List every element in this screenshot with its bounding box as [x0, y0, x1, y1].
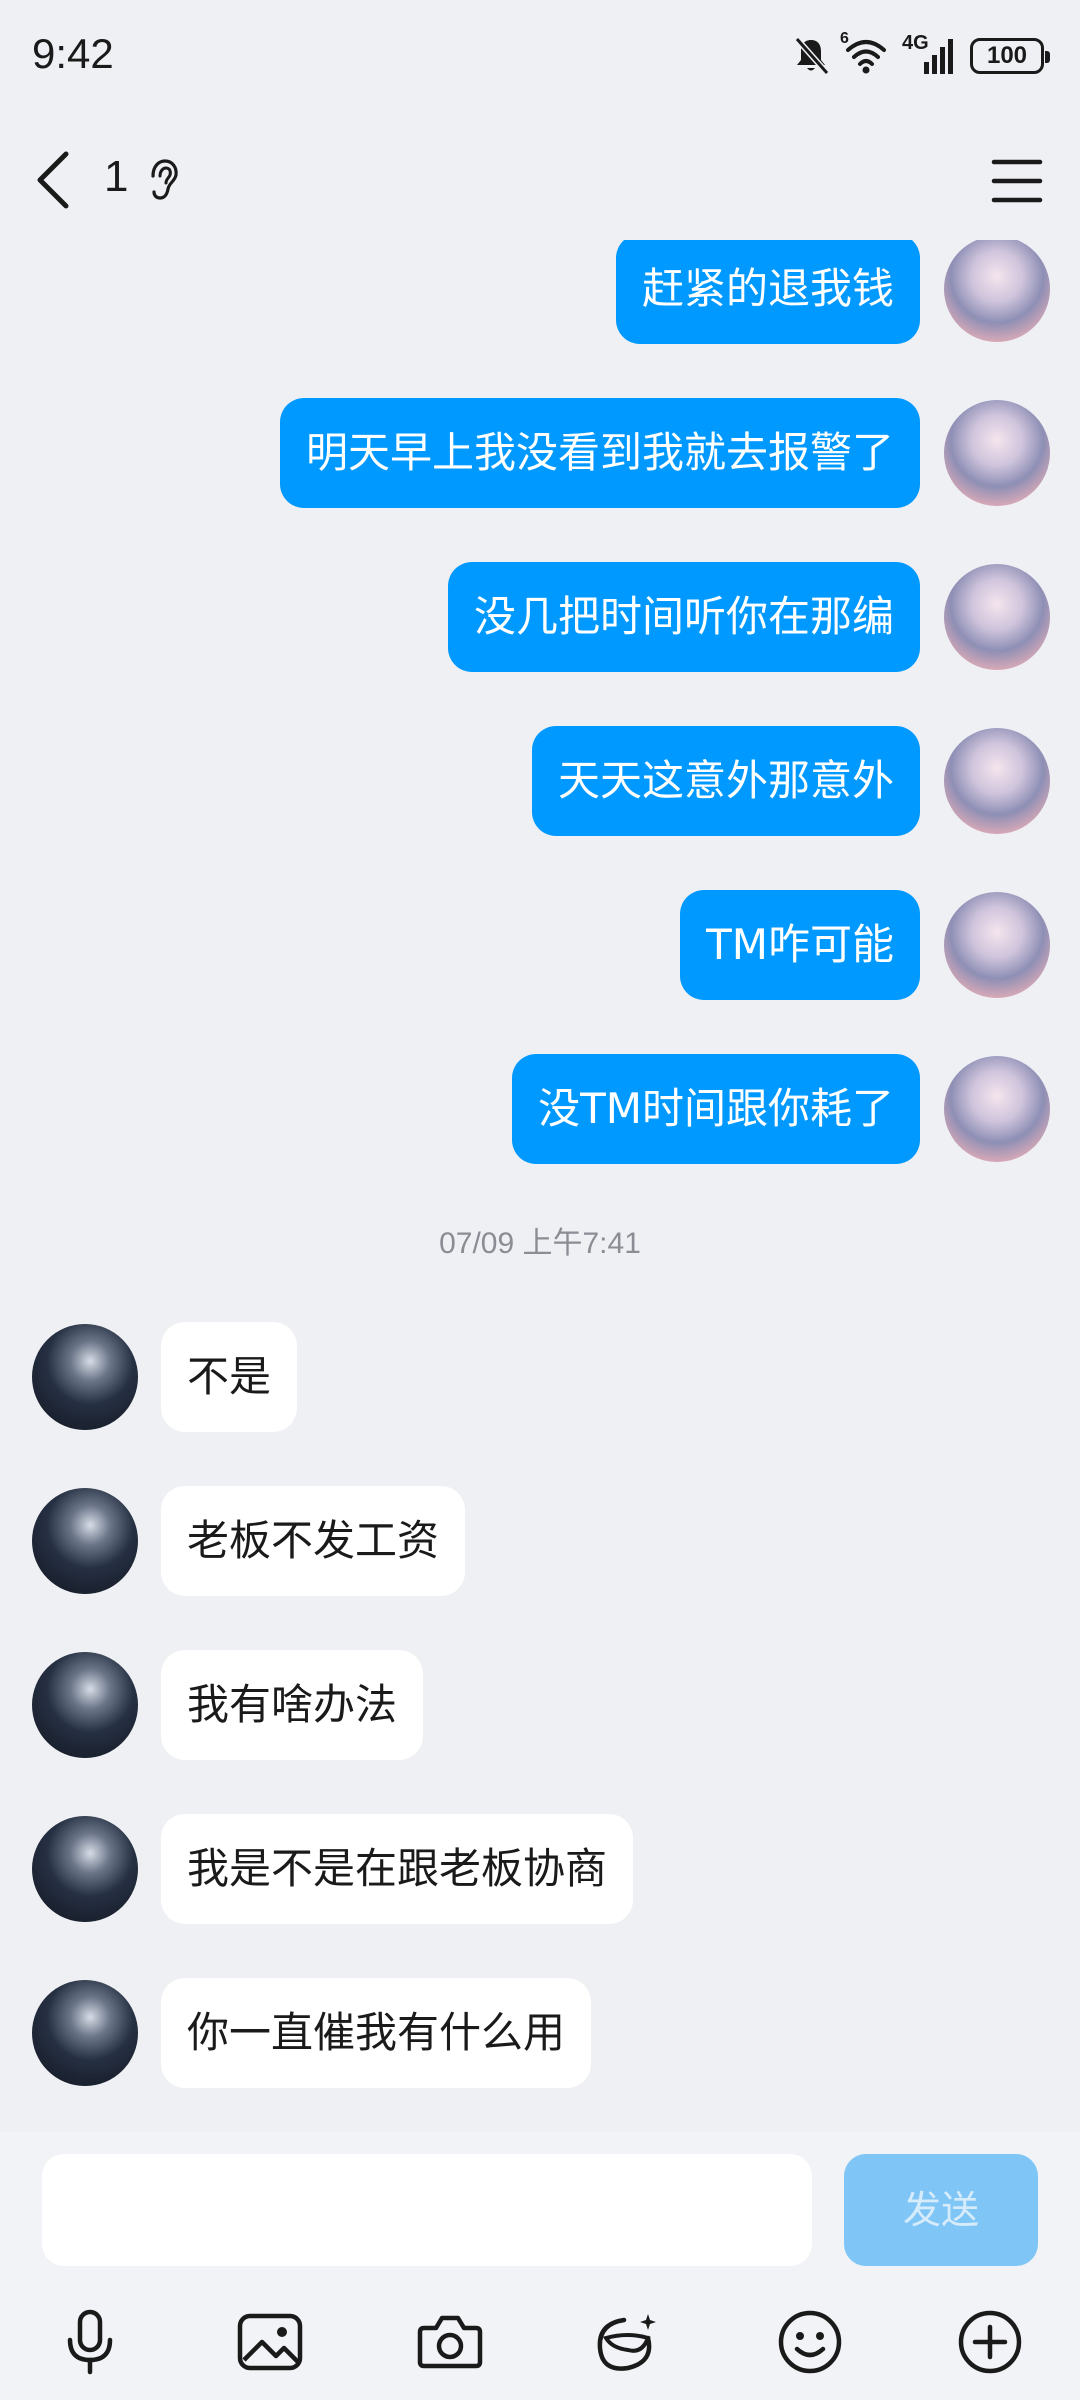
- emoji-button[interactable]: [770, 2302, 850, 2382]
- chat-screen: 9:42 6 4G 100 1 赶紧的退我钱 明天早上我没看到我就去报警了 没几…: [0, 0, 1080, 2400]
- signal-bars-icon: [924, 39, 953, 74]
- message-row-outgoing: 没几把时间听你在那编: [0, 562, 1080, 672]
- message-row-outgoing: 天天这意外那意外: [0, 726, 1080, 836]
- status-icons: 6 4G 100: [792, 30, 1050, 78]
- self-avatar[interactable]: [944, 240, 1050, 342]
- message-row-outgoing: 没TM时间跟你耗了: [0, 1054, 1080, 1164]
- message-row-incoming: 我是不是在跟老板协商: [0, 1814, 1080, 1924]
- self-avatar[interactable]: [944, 564, 1050, 670]
- status-time: 9:42: [32, 30, 114, 77]
- sticker-button[interactable]: [588, 2302, 668, 2382]
- gallery-button[interactable]: [230, 2302, 310, 2382]
- message-row-incoming: 你一直催我有什么用: [0, 1978, 1080, 2088]
- message-timestamp: 07/09 上午7:41: [439, 1227, 641, 1260]
- message-bubble-incoming[interactable]: 不是: [161, 1322, 298, 1432]
- message-bubble-incoming[interactable]: 我有啥办法: [161, 1650, 424, 1760]
- message-row-incoming: 老板不发工资: [0, 1486, 1080, 1596]
- more-button[interactable]: [950, 2302, 1030, 2382]
- sticker-icon: [597, 2314, 656, 2371]
- microphone-icon: [67, 2309, 113, 2375]
- message-bubble-outgoing[interactable]: 明天早上我没看到我就去报警了: [279, 398, 920, 508]
- status-bar: 9:42 6 4G 100: [0, 0, 1080, 120]
- chat-header: 1: [0, 120, 1080, 240]
- contact-avatar[interactable]: [32, 1816, 138, 1922]
- self-avatar[interactable]: [944, 1056, 1050, 1162]
- self-avatar[interactable]: [944, 892, 1050, 998]
- back-button[interactable]: [28, 148, 88, 212]
- wifi-icon: 6: [840, 30, 888, 76]
- message-bubble-incoming[interactable]: 我是不是在跟老板协商: [161, 1814, 634, 1924]
- camera-icon: [417, 2315, 483, 2369]
- wifi-label: 6: [840, 30, 849, 47]
- message-list[interactable]: 赶紧的退我钱 明天早上我没看到我就去报警了 没几把时间听你在那编 天天这意外那意…: [0, 240, 1080, 2130]
- self-avatar[interactable]: [944, 400, 1050, 506]
- send-button[interactable]: 发送: [844, 2154, 1038, 2266]
- message-row-outgoing: 明天早上我没看到我就去报警了: [0, 398, 1080, 508]
- chevron-left-icon: [37, 151, 69, 209]
- message-bubble-outgoing[interactable]: TM咋可能: [680, 890, 920, 1000]
- emoji-icon: [778, 2310, 842, 2374]
- camera-button[interactable]: [410, 2302, 490, 2382]
- message-row-incoming: 我有啥办法: [0, 1650, 1080, 1760]
- chat-title: 1: [104, 152, 129, 201]
- menu-icon: [991, 159, 1043, 203]
- contact-avatar[interactable]: [32, 1324, 138, 1430]
- message-row-incoming: 不是: [0, 1322, 1080, 1432]
- contact-avatar[interactable]: [32, 1980, 138, 2086]
- menu-button[interactable]: [990, 154, 1044, 208]
- message-input[interactable]: [42, 2154, 812, 2266]
- message-bubble-outgoing[interactable]: 没几把时间听你在那编: [447, 562, 920, 672]
- contact-avatar[interactable]: [32, 1652, 138, 1758]
- message-bubble-outgoing[interactable]: 赶紧的退我钱: [615, 240, 920, 344]
- contact-avatar[interactable]: [32, 1488, 138, 1594]
- cellular-signal: 4G: [902, 32, 956, 76]
- message-row-outgoing: 赶紧的退我钱: [0, 240, 1080, 344]
- battery-indicator: 100: [970, 38, 1050, 74]
- composer-toolbar: [0, 2292, 1080, 2392]
- composer: 发送: [0, 2132, 1080, 2400]
- message-bubble-outgoing[interactable]: 没TM时间跟你耗了: [512, 1054, 920, 1164]
- voice-button[interactable]: [50, 2302, 130, 2382]
- image-icon: [237, 2313, 303, 2371]
- plus-icon: [958, 2310, 1022, 2374]
- self-avatar[interactable]: [944, 728, 1050, 834]
- mute-bell-icon: [794, 37, 830, 75]
- ear-icon[interactable]: [146, 158, 180, 202]
- message-bubble-incoming[interactable]: 你一直催我有什么用: [161, 1978, 592, 2088]
- message-bubble-outgoing[interactable]: 天天这意外那意外: [531, 726, 920, 836]
- message-bubble-incoming[interactable]: 老板不发工资: [161, 1486, 466, 1596]
- message-row-outgoing: TM咋可能: [0, 890, 1080, 1000]
